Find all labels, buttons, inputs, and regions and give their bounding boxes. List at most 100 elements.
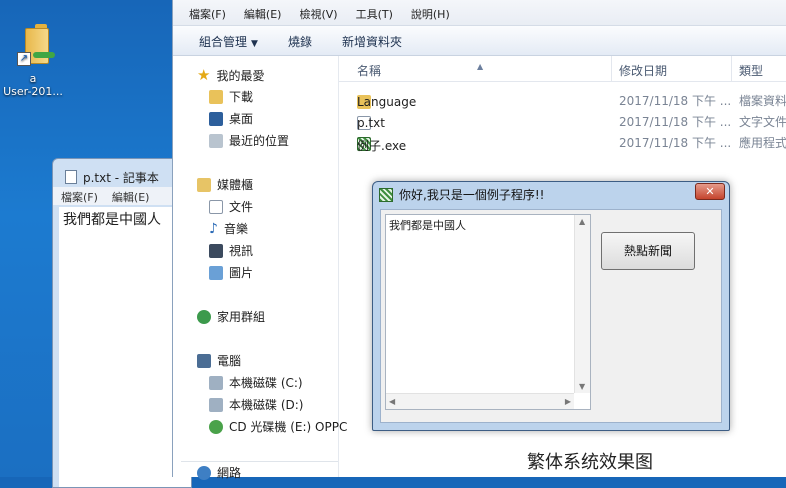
nav-documents[interactable]: 文件 <box>209 198 253 215</box>
dialog-textbox[interactable]: 我們都是中國人 ▲ ▼ ◀ ▶ <box>385 214 591 410</box>
scroll-left-icon[interactable]: ◀ <box>389 397 395 406</box>
nav-drive-e[interactable]: CD 光碟機 (E:) OPPC <box>209 418 347 435</box>
nav-drive-c[interactable]: 本機磁碟 (C:) <box>209 374 303 391</box>
menu-view[interactable]: 檢視(V) <box>299 6 337 25</box>
nav-drive-e-label: CD 光碟機 (E:) OPPC <box>229 420 348 434</box>
file-row[interactable]: p.txt 2017/11/18 下午 ... 文字文件 <box>339 110 786 130</box>
libraries-icon <box>197 177 211 192</box>
column-date[interactable]: 修改日期 <box>619 62 667 79</box>
file-name-text: p.txt <box>357 116 385 130</box>
desktop-icon <box>209 111 223 126</box>
downloads-folder-icon <box>209 89 223 104</box>
nav-music[interactable]: ♪ 音樂 <box>209 220 248 237</box>
cd-drive-icon <box>209 419 223 434</box>
file-name-text: 例子.exe <box>357 139 407 153</box>
notepad-menubar: 檔案(F) 編輯(E) <box>53 187 191 205</box>
recent-places-icon <box>209 133 223 148</box>
organize-button[interactable]: 組合管理 ▼ <box>199 33 258 55</box>
nav-videos[interactable]: 視訊 <box>209 242 253 259</box>
nav-videos-label: 視訊 <box>229 244 254 258</box>
drive-d-icon <box>209 397 223 412</box>
computer-icon <box>197 353 211 368</box>
explorer-menubar: 檔案(F) 編輯(E) 檢視(V) 工具(T) 說明(H) <box>173 0 786 26</box>
nav-homegroup[interactable]: 家用群組 <box>197 308 265 325</box>
file-date: 2017/11/18 下午 ... <box>619 115 732 129</box>
homegroup-icon <box>197 309 211 324</box>
hot-news-button[interactable]: 熱點新聞 <box>601 232 695 270</box>
nav-desktop[interactable]: 桌面 <box>209 110 253 127</box>
star-icon: ★ <box>197 66 211 84</box>
file-date: 2017/11/18 下午 ... <box>619 94 732 108</box>
network-icon <box>197 465 211 480</box>
nav-recent[interactable]: 最近的位置 <box>209 132 289 149</box>
sort-ascending-icon: ▲ <box>477 62 484 71</box>
menu-tools[interactable]: 工具(T) <box>356 6 393 25</box>
notepad-menu-edit[interactable]: 編輯(E) <box>112 189 150 204</box>
dialog-title: 你好,我只是一個例子程序!! <box>399 188 545 202</box>
folder-shortcut-icon: ↗ <box>13 22 55 68</box>
nav-documents-label: 文件 <box>229 200 254 214</box>
file-date: 2017/11/18 下午 ... <box>619 136 732 150</box>
horizontal-scrollbar[interactable]: ◀ ▶ <box>386 393 574 409</box>
textbox-content: 我們都是中國人 <box>389 219 466 232</box>
file-row[interactable]: Language 2017/11/18 下午 ... 檔案資料... <box>339 89 786 109</box>
close-button[interactable]: ✕ <box>695 183 725 200</box>
new-folder-button[interactable]: 新增資料夾 <box>342 33 402 55</box>
nav-libraries-label: 媒體櫃 <box>217 178 254 192</box>
explorer-toolbar: 組合管理 ▼ 燒錄 新增資料夾 <box>173 26 786 56</box>
nav-favorites-label: 我的最愛 <box>216 68 265 83</box>
nav-music-label: 音樂 <box>223 222 248 236</box>
dialog-client: 我們都是中國人 ▲ ▼ ◀ ▶ 熱點新聞 <box>380 209 722 423</box>
desktop-icon-label: a <box>29 72 37 85</box>
nav-recent-label: 最近的位置 <box>229 134 290 148</box>
nav-libraries[interactable]: 媒體櫃 <box>197 176 253 193</box>
file-type: 應用程式 <box>739 136 786 150</box>
menu-edit[interactable]: 編輯(E) <box>244 6 282 25</box>
column-name[interactable]: 名稱 <box>357 62 381 79</box>
nav-network[interactable]: 網路 <box>197 464 241 481</box>
menu-file[interactable]: 檔案(F) <box>189 6 226 25</box>
nav-pictures[interactable]: 圖片 <box>209 264 253 281</box>
file-type: 文字文件 <box>739 115 786 129</box>
notepad-window: p.txt - 記事本 檔案(F) 編輯(E) 我們都是中國人 <box>52 158 192 488</box>
chevron-down-icon: ▼ <box>251 39 258 49</box>
nav-desktop-label: 桌面 <box>229 112 254 126</box>
nav-drive-c-label: 本機磁碟 (C:) <box>229 376 303 390</box>
nav-favorites[interactable]: ★ 我的最愛 <box>197 66 264 84</box>
nav-computer-label: 電腦 <box>217 354 242 368</box>
nav-homegroup-label: 家用群組 <box>217 310 266 324</box>
documents-icon <box>209 199 223 214</box>
dialog-titlebar[interactable]: 你好,我只是一個例子程序!! <box>379 186 544 203</box>
nav-pictures-label: 圖片 <box>229 266 254 280</box>
menu-help[interactable]: 說明(H) <box>411 6 450 25</box>
navigation-pane: ★ 我的最愛 下載 桌面 最近的位置 媒體櫃 文件 ♪ 音樂 視訊 圖片 家用群… <box>173 56 347 480</box>
app-icon <box>379 187 393 202</box>
pictures-icon <box>209 265 223 280</box>
nav-computer[interactable]: 電腦 <box>197 352 241 369</box>
column-type[interactable]: 類型 <box>739 62 763 79</box>
scroll-right-icon[interactable]: ▶ <box>565 397 571 406</box>
scroll-down-icon[interactable]: ▼ <box>579 382 585 391</box>
music-icon: ♪ <box>209 220 218 237</box>
notepad-icon <box>65 170 77 184</box>
nav-downloads-label: 下載 <box>229 90 254 104</box>
example-dialog: 你好,我只是一個例子程序!! ✕ 我們都是中國人 ▲ ▼ ◀ ▶ 熱點新聞 <box>372 181 730 431</box>
nav-downloads[interactable]: 下載 <box>209 88 253 105</box>
notepad-title: p.txt - 記事本 <box>83 170 159 185</box>
notepad-titlebar[interactable]: p.txt - 記事本 <box>53 159 191 187</box>
notepad-menu-file[interactable]: 檔案(F) <box>61 189 98 204</box>
burn-button[interactable]: 燒錄 <box>288 33 312 55</box>
file-row[interactable]: 例子.exe 2017/11/18 下午 ... 應用程式 <box>339 131 786 153</box>
scroll-up-icon[interactable]: ▲ <box>579 217 585 226</box>
desktop-icon-sublabel: User-201... <box>3 85 63 98</box>
nav-drive-d[interactable]: 本機磁碟 (D:) <box>209 396 303 413</box>
vertical-scrollbar[interactable]: ▲ ▼ <box>574 215 590 393</box>
caption-text: 繁体系统效果图 <box>527 452 653 473</box>
column-header: ▲ 名稱 修改日期 類型 <box>339 56 786 82</box>
file-type: 檔案資料... <box>739 94 786 108</box>
nav-network-label: 網路 <box>217 466 242 480</box>
drive-c-icon <box>209 375 223 390</box>
file-name-text: Language <box>357 95 417 109</box>
videos-icon <box>209 243 223 258</box>
desktop-shortcut[interactable]: ↗ a User-201... <box>2 22 64 98</box>
